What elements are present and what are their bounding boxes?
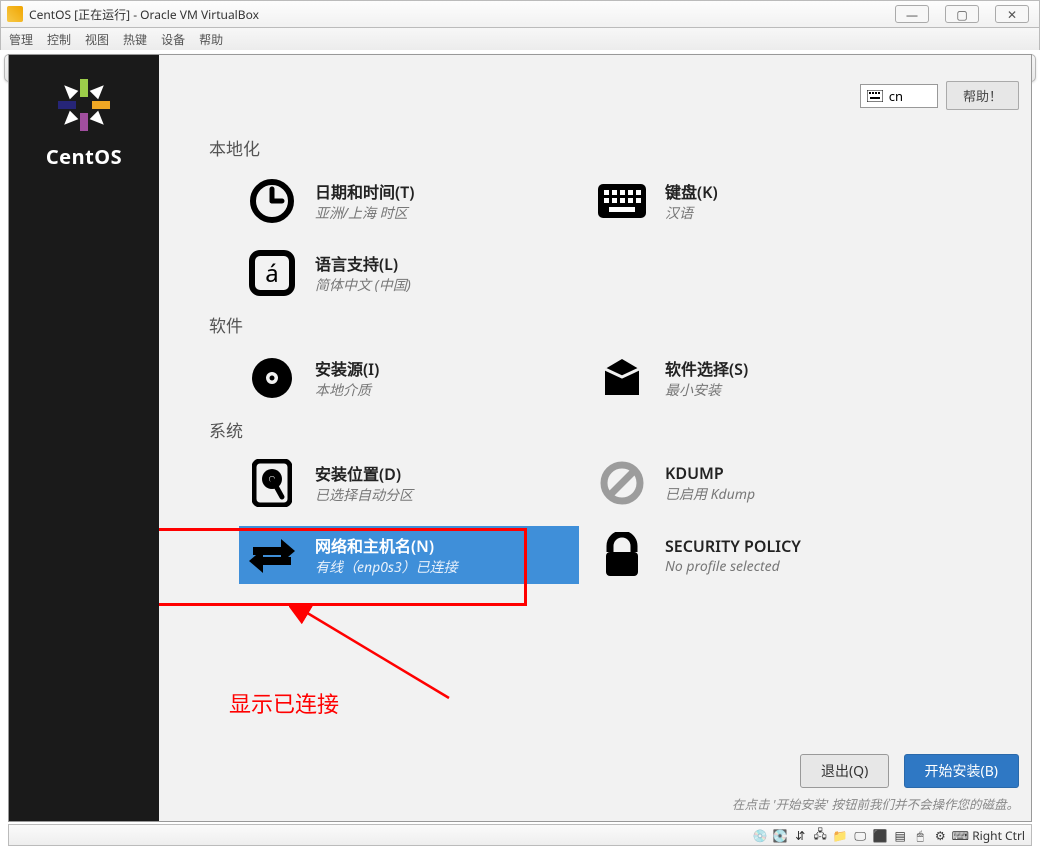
package-icon <box>597 353 647 403</box>
annotation-label: 显示已连接 <box>229 687 339 719</box>
section-head-localization: 本地化 <box>209 135 1011 160</box>
menubar: 管理 控制 视图 热键 设备 帮助 <box>0 28 1040 50</box>
language-icon: á <box>247 248 297 298</box>
spoke-sub: 有线（enp0s3）已连接 <box>315 557 458 577</box>
spoke-sub: 汉语 <box>665 203 718 223</box>
sb-cpu-icon[interactable]: ▤ <box>892 827 908 843</box>
guest-screen: cn 帮助！ CentOS 本地化 <box>8 54 1032 822</box>
brand-label: CentOS <box>46 143 122 170</box>
svg-text:á: á <box>265 257 278 290</box>
lock-icon <box>597 530 647 580</box>
close-button[interactable]: ✕ <box>995 5 1029 23</box>
sb-network-icon[interactable]: 🖧 <box>812 827 828 843</box>
spoke-title: 安装位置(D) <box>315 461 413 485</box>
kdump-icon <box>597 458 647 508</box>
spoke-title: 键盘(K) <box>665 179 718 203</box>
maximize-button[interactable]: ▢ <box>945 5 979 23</box>
virtualbox-icon <box>7 6 23 22</box>
sb-recording-icon[interactable]: ⬛ <box>872 827 888 843</box>
sb-hostkey-icon: ⌨ <box>952 827 968 843</box>
spoke-sub: 亚洲/上海 时区 <box>315 203 414 223</box>
quit-button[interactable]: 退出(Q) <box>800 754 889 788</box>
clock-icon <box>247 176 297 226</box>
spoke-datetime[interactable]: 日期和时间(T) 亚洲/上海 时区 <box>239 172 579 230</box>
sb-shared-folder-icon[interactable]: 📁 <box>832 827 848 843</box>
installation-summary: 本地化 日期和时间(T) 亚洲/上海 时区 键盘(K) 汉语 <box>159 115 1031 761</box>
spoke-title: KDUMP <box>665 462 755 484</box>
spoke-title: 语言支持(L) <box>315 251 411 275</box>
sb-optical-icon[interactable]: 💽 <box>772 827 788 843</box>
minimize-button[interactable]: — <box>895 5 929 23</box>
menu-control[interactable]: 控制 <box>47 31 71 48</box>
help-button[interactable]: 帮助！ <box>946 81 1019 110</box>
spoke-sub: 已启用 Kdump <box>665 484 755 504</box>
section-head-system: 系统 <box>209 417 1011 442</box>
spoke-sub: 已选择自动分区 <box>315 485 413 505</box>
spoke-sub: 本地介质 <box>315 380 379 400</box>
sidebar: CentOS <box>9 55 159 821</box>
sb-hdd-icon[interactable]: 💿 <box>752 827 768 843</box>
centos-logo-icon <box>54 75 114 135</box>
spoke-sub: 简体中文 (中国) <box>315 275 411 295</box>
spoke-title: 日期和时间(T) <box>315 179 414 203</box>
harddisk-icon <box>247 458 297 508</box>
hostkey-label: Right Ctrl <box>972 827 1025 844</box>
spoke-title: 网络和主机名(N) <box>315 533 458 557</box>
window-title: CentOS [正在运行] - Oracle VM VirtualBox <box>29 6 259 23</box>
keyboard-layout-label: cn <box>889 87 903 105</box>
virtualbox-statusbar: 💿 💽 ⇵ 🖧 📁 🖵 ⬛ ▤ 🖱 ⚙ ⌨ Right Ctrl <box>8 824 1032 846</box>
spoke-title: 安装源(I) <box>315 356 379 380</box>
menu-devices[interactable]: 设备 <box>161 31 185 48</box>
menu-view[interactable]: 视图 <box>85 31 109 48</box>
spoke-sub: 最小安装 <box>665 380 748 400</box>
keyboard-layout-indicator[interactable]: cn <box>860 84 938 108</box>
keyboard-icon <box>867 90 883 102</box>
section-head-software: 软件 <box>209 312 1011 337</box>
spoke-network-hostname[interactable]: 网络和主机名(N) 有线（enp0s3）已连接 <box>239 526 579 584</box>
spoke-installation-source[interactable]: 安装源(I) 本地介质 <box>239 349 579 407</box>
spoke-security-policy[interactable]: SECURITY POLICY No profile selected <box>589 526 929 584</box>
menu-input[interactable]: 热键 <box>123 31 147 48</box>
spoke-keyboard[interactable]: 键盘(K) 汉语 <box>589 172 929 230</box>
menu-manage[interactable]: 管理 <box>9 31 33 48</box>
footer-note: 在点击 '开始安装' 按钮前我们并不会操作您的磁盘。 <box>159 794 1019 813</box>
spoke-language-support[interactable]: á 语言支持(L) 简体中文 (中国) <box>239 244 579 302</box>
sb-mouse-icon[interactable]: 🖱 <box>912 827 928 843</box>
keyboard-solid-icon <box>597 176 647 226</box>
footer: 退出(Q) 开始安装(B) 在点击 '开始安装' 按钮前我们并不会操作您的磁盘。 <box>159 754 1019 813</box>
sb-settings-icon[interactable]: ⚙ <box>932 827 948 843</box>
spoke-title: 软件选择(S) <box>665 356 748 380</box>
spoke-title: SECURITY POLICY <box>665 535 801 557</box>
sb-display-icon[interactable]: 🖵 <box>852 827 868 843</box>
window-titlebar: CentOS [正在运行] - Oracle VM VirtualBox — ▢… <box>0 0 1040 28</box>
sb-usb-icon[interactable]: ⇵ <box>792 827 808 843</box>
spoke-kdump[interactable]: KDUMP 已启用 Kdump <box>589 454 929 512</box>
menu-help[interactable]: 帮助 <box>199 31 223 48</box>
disc-icon <box>247 353 297 403</box>
spoke-sub: No profile selected <box>665 557 801 576</box>
spoke-installation-destination[interactable]: 安装位置(D) 已选择自动分区 <box>239 454 579 512</box>
begin-install-button[interactable]: 开始安装(B) <box>904 754 1020 788</box>
network-arrows-icon <box>247 530 297 580</box>
spoke-software-selection[interactable]: 软件选择(S) 最小安装 <box>589 349 929 407</box>
